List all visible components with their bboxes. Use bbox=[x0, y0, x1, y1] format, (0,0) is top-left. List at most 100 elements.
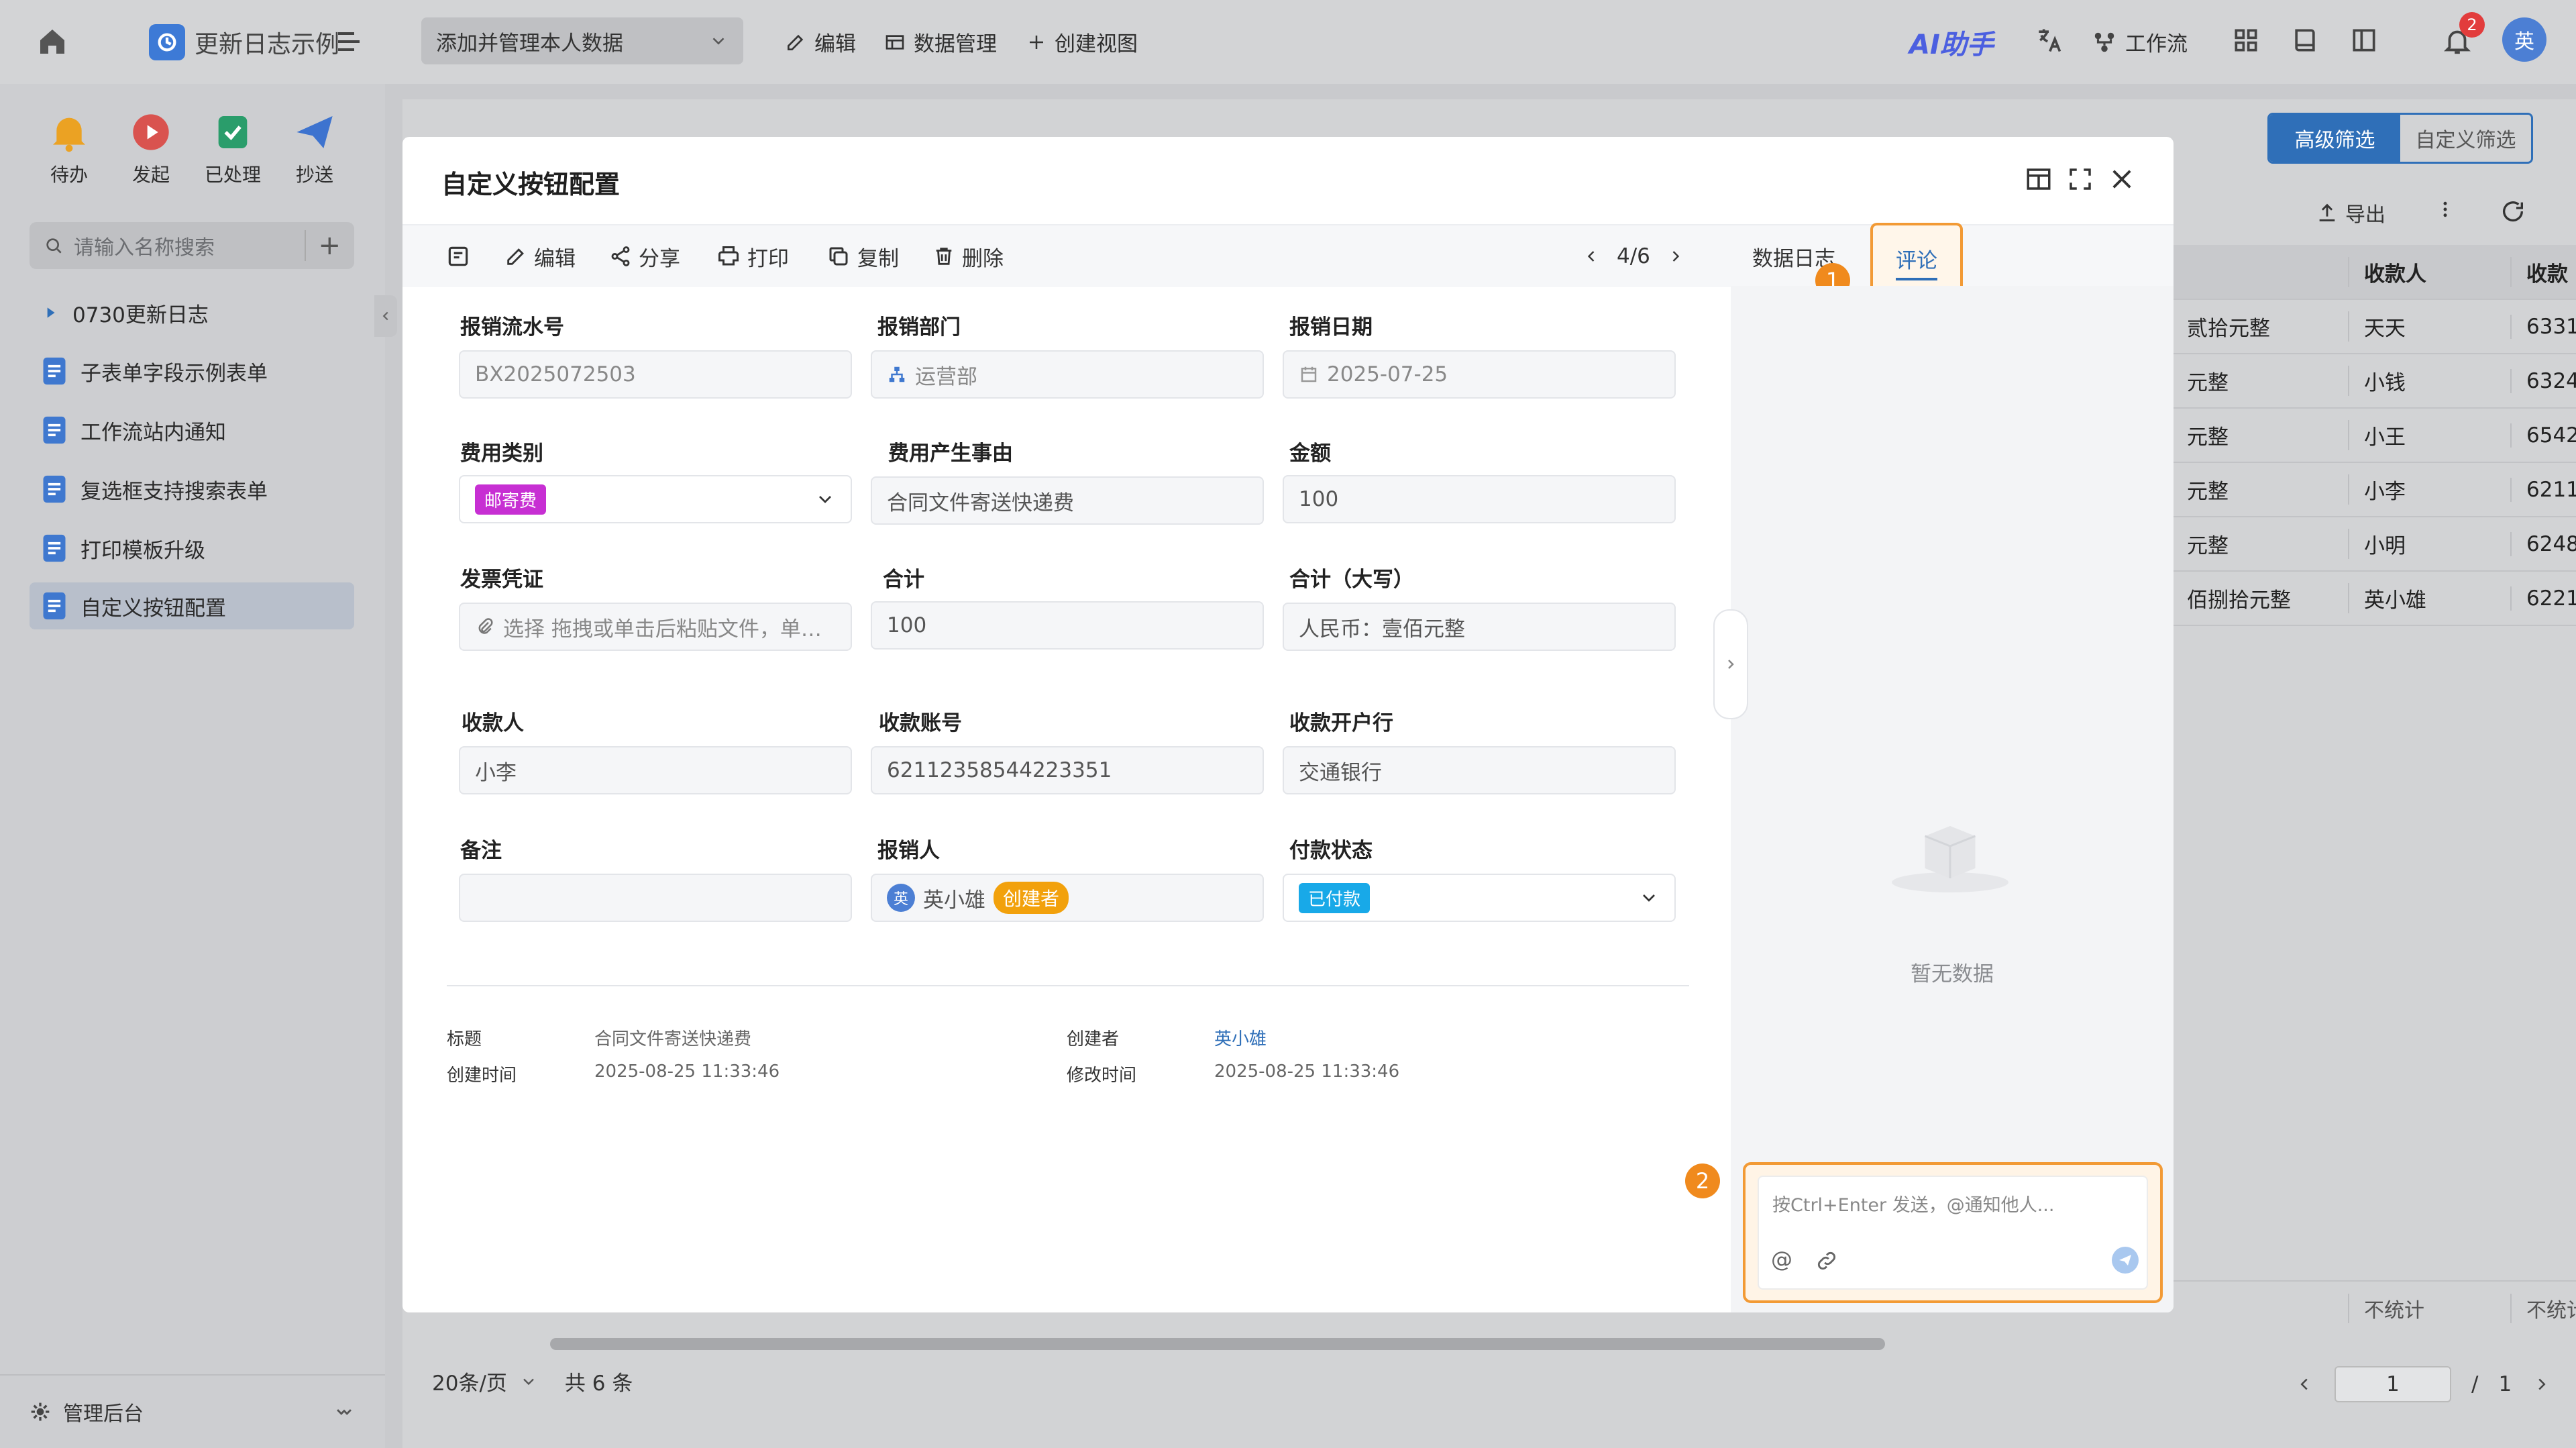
copy-button[interactable]: 复制 bbox=[826, 225, 899, 287]
workflow-button[interactable]: 工作流 bbox=[2092, 0, 2188, 84]
quick-action-processed[interactable]: 已处理 bbox=[196, 111, 270, 187]
edit-button[interactable]: 编辑 bbox=[785, 0, 856, 84]
sidebar-item-checkbox-search[interactable]: 复选框支持搜索表单 bbox=[30, 466, 354, 513]
view-select-value: 添加并管理本人数据 bbox=[436, 31, 623, 56]
sidebar-collapse-handle[interactable] bbox=[374, 295, 397, 337]
table-row[interactable]: 元整 小王 6542 bbox=[2172, 409, 2576, 463]
pencil-icon bbox=[788, 34, 804, 50]
toggle-form-icon[interactable] bbox=[445, 225, 471, 287]
quick-action-todo[interactable]: 待办 bbox=[32, 111, 106, 187]
notification-count: 2 bbox=[2459, 12, 2485, 38]
next-record-icon[interactable] bbox=[1666, 247, 1685, 266]
claimant-field[interactable]: 英 英小雄 创建者 bbox=[871, 874, 1264, 922]
copy-icon bbox=[829, 247, 848, 266]
quick-action-cc[interactable]: 抄送 bbox=[278, 111, 352, 187]
creator-badge: 创建者 bbox=[994, 882, 1069, 914]
chevron-right-icon bbox=[1728, 660, 1734, 669]
mention-icon[interactable]: @ bbox=[1771, 1247, 1792, 1272]
create-view-button[interactable]: 创建视图 bbox=[1026, 0, 1138, 84]
advanced-filter-button[interactable]: 高级筛选 bbox=[2269, 115, 2400, 162]
gear-icon bbox=[31, 1402, 50, 1421]
user-avatar[interactable]: 英 bbox=[2502, 17, 2546, 62]
sidebar-search-input[interactable]: 请输入名称搜索 + bbox=[30, 222, 354, 269]
print-button[interactable]: 打印 bbox=[716, 225, 789, 287]
view-select[interactable]: 添加并管理本人数据 bbox=[421, 17, 743, 64]
search-icon bbox=[46, 238, 62, 254]
sidebar-item-print-template[interactable]: 打印模板升级 bbox=[30, 525, 354, 572]
form-doc-icon bbox=[43, 592, 66, 620]
app-logo-icon bbox=[149, 24, 185, 60]
table-row[interactable]: 元整 小李 6211 bbox=[2172, 463, 2576, 517]
comment-textarea[interactable]: 按Ctrl+Enter 发送，@通知他人... @ bbox=[1758, 1176, 2148, 1290]
horizontal-scrollbar[interactable] bbox=[550, 1338, 1885, 1350]
page-size-select[interactable]: 20条/页 bbox=[432, 1366, 538, 1396]
send-button[interactable] bbox=[2112, 1247, 2139, 1274]
page-number-input[interactable]: 1 bbox=[2334, 1366, 2451, 1402]
refresh-icon[interactable] bbox=[2500, 198, 2526, 225]
fullscreen-icon[interactable] bbox=[2066, 165, 2094, 193]
share-button[interactable]: 分享 bbox=[609, 225, 680, 287]
sidebar-item-subform-example[interactable]: 子表单字段示例表单 bbox=[30, 348, 354, 395]
sidebar-item-workflow-notify[interactable]: 工作流站内通知 bbox=[30, 407, 354, 454]
total-field[interactable]: 100 bbox=[871, 601, 1264, 650]
divider bbox=[447, 985, 1689, 986]
link-icon[interactable] bbox=[1815, 1249, 1838, 1272]
department-field[interactable]: 运营部 bbox=[871, 350, 1264, 399]
export-button[interactable]: 导出 bbox=[2316, 198, 2385, 227]
ai-assistant-button[interactable]: AI助手 bbox=[1909, 0, 1994, 84]
prev-record-icon[interactable] bbox=[1582, 247, 1601, 266]
menu-toggle-icon[interactable] bbox=[333, 25, 365, 58]
close-icon[interactable] bbox=[2108, 165, 2136, 193]
chevron-down-icon bbox=[712, 38, 724, 45]
printer-icon bbox=[718, 246, 739, 266]
table-row[interactable]: 贰拾元整 天天 6331 bbox=[2172, 300, 2576, 354]
add-icon[interactable]: + bbox=[305, 230, 341, 261]
table-row[interactable]: 元整 小钱 6324 bbox=[2172, 354, 2576, 409]
remark-field[interactable] bbox=[459, 874, 852, 922]
bank-field[interactable]: 交通银行 bbox=[1283, 746, 1676, 794]
collapse-icon[interactable] bbox=[333, 1400, 356, 1423]
edit-record-button[interactable]: 编辑 bbox=[504, 225, 576, 287]
layout-panel-icon[interactable] bbox=[2349, 25, 2381, 58]
calendar-icon bbox=[1301, 366, 1317, 382]
quick-action-start[interactable]: 发起 bbox=[114, 111, 188, 187]
serial-number-field[interactable]: BX2025072503 bbox=[459, 350, 852, 399]
translate-icon[interactable] bbox=[2034, 25, 2066, 58]
form-doc-icon bbox=[43, 475, 66, 503]
table-row[interactable]: 佰捌拾元整 英小雄 6221 bbox=[2172, 572, 2576, 626]
reason-field[interactable]: 合同文件寄送快递费 bbox=[871, 476, 1264, 525]
table-row[interactable]: 元整 小明 6248 bbox=[2172, 517, 2576, 572]
category-tag: 邮寄费 bbox=[475, 484, 547, 515]
payment-status-tag: 已付款 bbox=[1299, 882, 1371, 913]
amount-field[interactable]: 100 bbox=[1283, 475, 1676, 523]
sidebar-item-custom-button[interactable]: 自定义按钮配置 bbox=[30, 582, 354, 629]
form-doc-icon bbox=[43, 357, 66, 385]
creator-link[interactable]: 英小雄 bbox=[1214, 1025, 1267, 1050]
notification-bell-icon[interactable]: 2 bbox=[2442, 12, 2485, 58]
next-page-icon[interactable] bbox=[2532, 1374, 2552, 1394]
total-pages: 1 bbox=[2498, 1372, 2512, 1396]
account-field[interactable]: 62112358544223351 bbox=[871, 746, 1264, 794]
book-icon[interactable] bbox=[2290, 25, 2322, 58]
form-doc-icon bbox=[43, 534, 66, 562]
sidebar-item-0730-changelog[interactable]: 0730更新日志 bbox=[30, 289, 354, 336]
payment-status-select[interactable]: 已付款 bbox=[1283, 874, 1676, 922]
custom-filter-button[interactable]: 自定义筛选 bbox=[2400, 115, 2531, 162]
payee-field[interactable]: 小李 bbox=[459, 746, 852, 794]
apps-grid-icon[interactable] bbox=[2231, 25, 2263, 58]
app-title[interactable]: 更新日志示例 bbox=[149, 24, 339, 60]
table-header-row: 收款人 收款 bbox=[2172, 245, 2576, 300]
home-icon[interactable] bbox=[36, 25, 68, 58]
more-options-icon[interactable] bbox=[2435, 198, 2455, 221]
play-icon bbox=[129, 111, 172, 154]
date-field[interactable]: 2025-07-25 bbox=[1283, 350, 1676, 399]
admin-footer[interactable]: 管理后台 bbox=[0, 1374, 385, 1448]
data-manage-button[interactable]: 数据管理 bbox=[884, 0, 997, 84]
panel-expand-handle[interactable] bbox=[1713, 609, 1748, 719]
expense-category-select[interactable]: 邮寄费 bbox=[459, 475, 852, 523]
delete-button[interactable]: 删除 bbox=[932, 225, 1004, 287]
invoice-upload-field[interactable]: 选择 拖拽或单击后粘贴文件，单… bbox=[459, 603, 852, 651]
total-upper-field[interactable]: 人民币：壹佰元整 bbox=[1283, 603, 1676, 651]
prev-page-icon[interactable] bbox=[2294, 1374, 2314, 1394]
layout-toggle-icon[interactable] bbox=[2025, 165, 2053, 193]
